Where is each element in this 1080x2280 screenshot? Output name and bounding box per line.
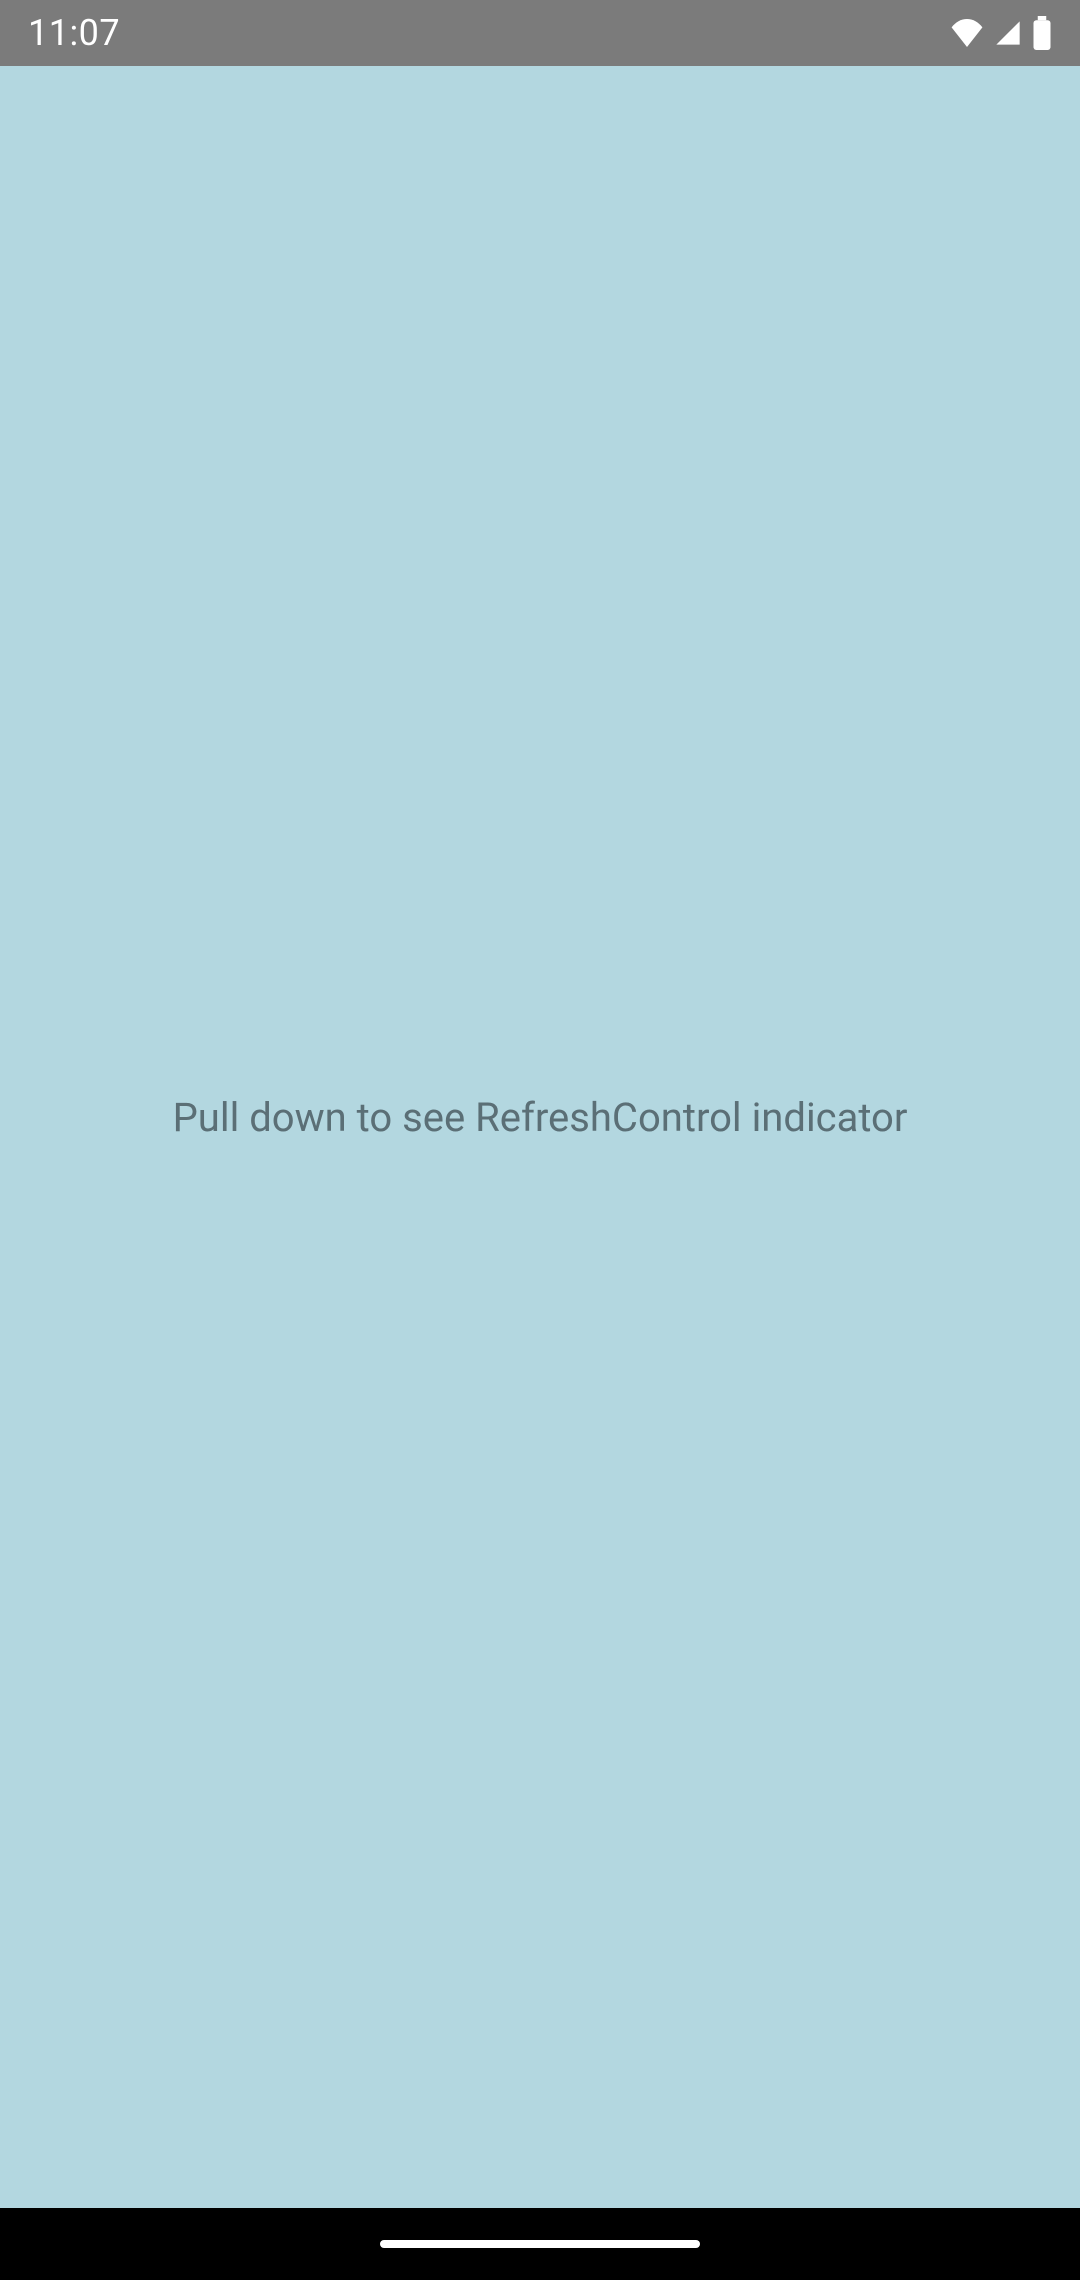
navigation-bar xyxy=(0,2208,1080,2280)
hint-text: Pull down to see RefreshControl indicato… xyxy=(173,1094,908,1141)
status-right-icons xyxy=(950,16,1052,50)
status-time: 11:07 xyxy=(28,12,120,54)
status-bar: 11:07 xyxy=(0,0,1080,66)
wifi-icon xyxy=(950,19,984,47)
signal-icon xyxy=(994,19,1022,47)
home-indicator[interactable] xyxy=(380,2240,700,2248)
scroll-view[interactable]: Pull down to see RefreshControl indicato… xyxy=(0,66,1080,2208)
battery-icon xyxy=(1032,16,1052,50)
